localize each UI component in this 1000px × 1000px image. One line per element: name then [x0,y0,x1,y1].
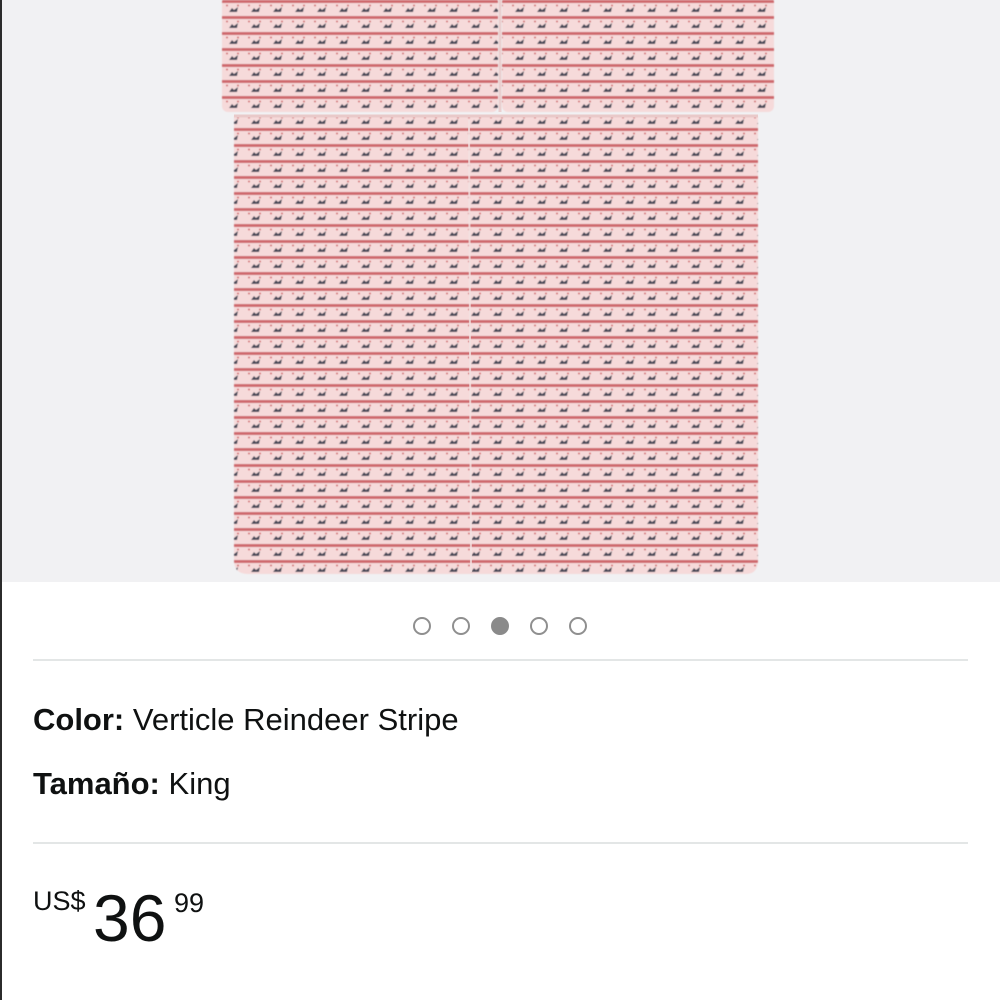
price-whole: 36 [93,881,167,955]
divider [33,842,968,844]
bedsheet-illustration [222,0,774,574]
flat-sheet [234,116,758,574]
price-currency-symbol: US$ [33,886,86,916]
divider [33,659,968,661]
color-variation: Color: Verticle Reindeer Stripe [33,700,459,740]
pillow-right [502,0,774,112]
size-label: Tamaño: [33,766,160,801]
product-image[interactable] [2,0,1000,582]
image-carousel-dots[interactable] [0,617,1000,635]
color-label: Color: [33,702,125,737]
carousel-dot-4[interactable] [530,617,548,635]
carousel-dot-1[interactable] [413,617,431,635]
carousel-dot-5[interactable] [569,617,587,635]
size-value: King [168,766,231,801]
carousel-dot-3[interactable] [491,617,509,635]
carousel-dot-2[interactable] [452,617,470,635]
color-value: Verticle Reindeer Stripe [132,702,459,737]
pillow-left [222,0,498,112]
price-fraction: 99 [174,888,205,918]
size-variation: Tamaño: King [33,764,231,804]
